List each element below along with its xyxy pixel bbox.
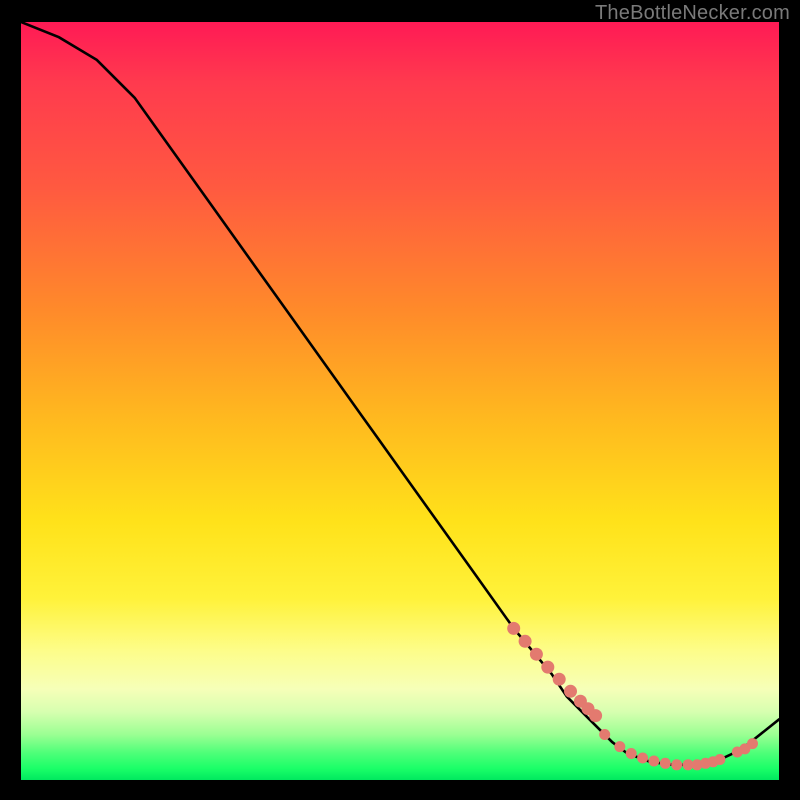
data-point (747, 738, 758, 749)
bottleneck-curve (21, 22, 779, 765)
chart-frame: TheBottleNecker.com (0, 0, 800, 800)
attribution-text: TheBottleNecker.com (595, 2, 790, 25)
data-point (541, 661, 554, 674)
data-point (614, 741, 625, 752)
data-point (507, 622, 520, 635)
data-point (564, 685, 577, 698)
data-point (648, 756, 659, 767)
data-point (637, 753, 648, 764)
data-point (660, 758, 671, 769)
data-point (626, 748, 637, 759)
data-point (599, 729, 610, 740)
data-point (519, 635, 532, 648)
data-point (589, 709, 602, 722)
data-point (714, 754, 725, 765)
curve-layer (21, 22, 779, 780)
marker-cluster-1 (507, 622, 602, 722)
marker-cluster-3 (732, 738, 758, 757)
data-point (553, 673, 566, 686)
marker-cluster-2 (599, 729, 725, 770)
data-point (530, 648, 543, 661)
plot-area (21, 22, 779, 780)
data-point (671, 759, 682, 770)
